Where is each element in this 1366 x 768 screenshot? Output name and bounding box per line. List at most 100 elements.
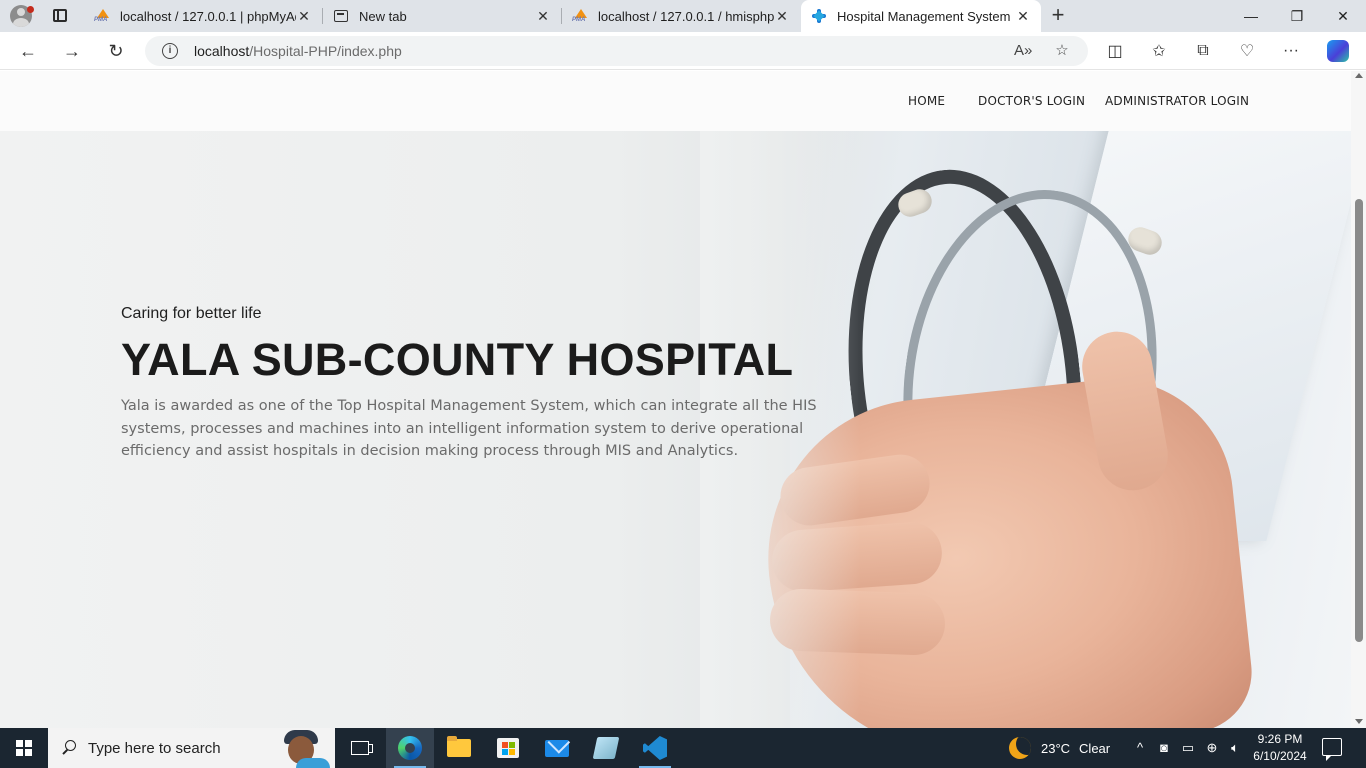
taskbar-app-file-explorer[interactable] [435,728,483,768]
close-tab-icon[interactable]: ✕ [535,8,551,24]
page-viewport: HOME DOCTOR'S LOGIN ADMINISTRATOR LOGIN … [0,71,1351,728]
copilot-button[interactable] [1326,39,1350,63]
system-clock[interactable]: 9:26 PM 6/10/2024 [1240,731,1320,765]
restore-button[interactable]: ❐ [1274,0,1320,32]
taskbar-app-xampp[interactable] [582,728,630,768]
tab-title: New tab [359,8,407,24]
favorite-star-icon[interactable]: ☆ [1053,42,1071,60]
browser-tab-hmisphp[interactable]: PMA localhost / 127.0.0.1 / hmisphp | ph… [562,0,800,32]
chevron-up-icon[interactable]: ^ [1132,740,1148,756]
mail-icon [545,739,569,757]
nav-link-admin-login[interactable]: ADMINISTRATOR LOGIN [1105,94,1249,108]
taskbar-app-edge[interactable] [386,728,434,768]
browser-tab-new-tab[interactable]: New tab ✕ [323,0,561,32]
plus-icon: + [1051,2,1065,27]
scroll-down-arrow-icon[interactable] [1355,719,1363,724]
minimize-button[interactable]: — [1228,0,1274,32]
moon-icon [1009,737,1031,759]
split-screen-button[interactable]: ◫ [1103,39,1127,63]
weather-widget[interactable]: 23°C Clear [1009,728,1110,768]
tab-actions-button[interactable] [50,6,70,26]
url-path: /Hospital-PHP/index.php [249,43,402,59]
more-options-icon: ··· [1283,42,1299,59]
hero-title: YALA SUB-COUNTY HOSPITAL [121,334,794,385]
page-scrollbar[interactable] [1351,71,1366,728]
taskbar-app-store[interactable] [484,728,532,768]
browser-essentials-button[interactable]: ♡ [1235,39,1259,63]
favorites-button[interactable]: ✩ [1147,39,1171,63]
back-button[interactable]: ← [16,39,40,63]
taskbar-search-box[interactable]: Type here to search [48,728,335,768]
hero-tagline: Caring for better life [121,305,262,322]
tab-title: Hospital Management System [837,8,1011,24]
notification-dot [27,6,34,13]
network-globe-icon[interactable]: ⊕ [1204,740,1220,756]
favorites-icon: ✩ [1152,43,1166,60]
copilot-icon [1327,40,1349,62]
tab-actions-icon [53,9,67,22]
close-tab-icon[interactable]: ✕ [1015,8,1031,24]
browser-toolbar: ← → ↻ i localhost/Hospital-PHP/index.php… [0,32,1366,70]
task-view-button[interactable] [336,728,384,768]
settings-menu-button[interactable]: ··· [1279,39,1303,63]
profile-avatar-button[interactable] [8,4,34,28]
close-icon: ✕ [1337,7,1349,24]
hospital-logo-icon [811,8,827,24]
nav-link-home[interactable]: HOME [908,94,945,108]
url-text[interactable]: localhost/Hospital-PHP/index.php [194,43,402,59]
camera-icon[interactable]: ◙ [1156,740,1172,756]
site-navbar: HOME DOCTOR'S LOGIN ADMINISTRATOR LOGIN [0,71,1351,131]
arrow-right-icon: → [63,40,81,61]
nav-link-doctor-login[interactable]: DOCTOR'S LOGIN [978,94,1085,108]
collections-button[interactable]: ⧉ [1191,39,1215,63]
site-info-icon[interactable]: i [162,43,178,59]
scrollbar-thumb[interactable] [1355,199,1363,642]
collections-icon: ⧉ [1197,42,1209,59]
close-window-button[interactable]: ✕ [1320,0,1366,32]
phpmyadmin-icon: PMA [94,8,110,24]
battery-icon[interactable]: ▭ [1180,740,1196,756]
new-tab-page-icon [333,8,349,24]
browser-tab-phpmyadmin[interactable]: PMA localhost / 127.0.0.1 | phpMyAdmin ✕ [84,0,322,32]
notification-center-icon[interactable] [1322,738,1342,761]
windows-taskbar: Type here to search 23°C Clear ^ ◙ ▭ ⊕ 🔈… [0,728,1366,768]
new-tab-button[interactable]: + [1048,4,1068,26]
search-icon [61,740,77,756]
clock-date: 6/10/2024 [1253,749,1307,763]
forward-button[interactable]: → [60,39,84,63]
weather-condition: Clear [1079,740,1111,756]
phpmyadmin-icon: PMA [572,8,588,24]
clock-time: 9:26 PM [1257,732,1303,746]
restore-icon: ❐ [1290,7,1304,24]
edge-browser-icon [398,736,422,760]
search-highlight-illustration [276,730,332,768]
hero-banner: Caring for better life YALA SUB-COUNTY H… [0,131,1351,728]
tab-title: localhost / 127.0.0.1 | phpMyAdmin [120,8,296,24]
read-aloud-icon[interactable]: A» [1014,42,1032,60]
taskbar-app-vscode[interactable] [631,728,679,768]
address-bar[interactable]: i localhost/Hospital-PHP/index.php A» ☆ [145,36,1088,66]
minimize-icon: — [1244,8,1258,24]
start-button[interactable] [0,728,48,768]
weather-temp: 23°C [1041,740,1071,756]
arrow-left-icon: ← [19,40,37,61]
browser-tab-strip: PMA localhost / 127.0.0.1 | phpMyAdmin ✕… [0,0,1366,32]
split-screen-icon: ◫ [1107,43,1123,60]
url-host: localhost [194,43,250,59]
browser-tab-hospital-management[interactable]: Hospital Management System ✕ [801,0,1041,32]
task-view-icon [351,741,373,755]
taskbar-app-mail[interactable] [533,728,581,768]
scroll-up-arrow-icon[interactable] [1355,73,1363,78]
hero-description: Yala is awarded as one of the Top Hospit… [121,398,817,459]
windows-logo-icon [16,740,32,756]
refresh-button[interactable]: ↻ [104,39,128,63]
xampp-icon [592,737,620,759]
file-explorer-icon [447,736,471,757]
microsoft-store-icon [497,738,519,758]
heart-pulse-icon: ♡ [1239,43,1255,60]
vscode-icon [643,736,667,760]
search-placeholder: Type here to search [88,739,221,757]
refresh-icon: ↻ [108,40,124,61]
close-tab-icon[interactable]: ✕ [774,8,790,24]
close-tab-icon[interactable]: ✕ [296,8,312,24]
